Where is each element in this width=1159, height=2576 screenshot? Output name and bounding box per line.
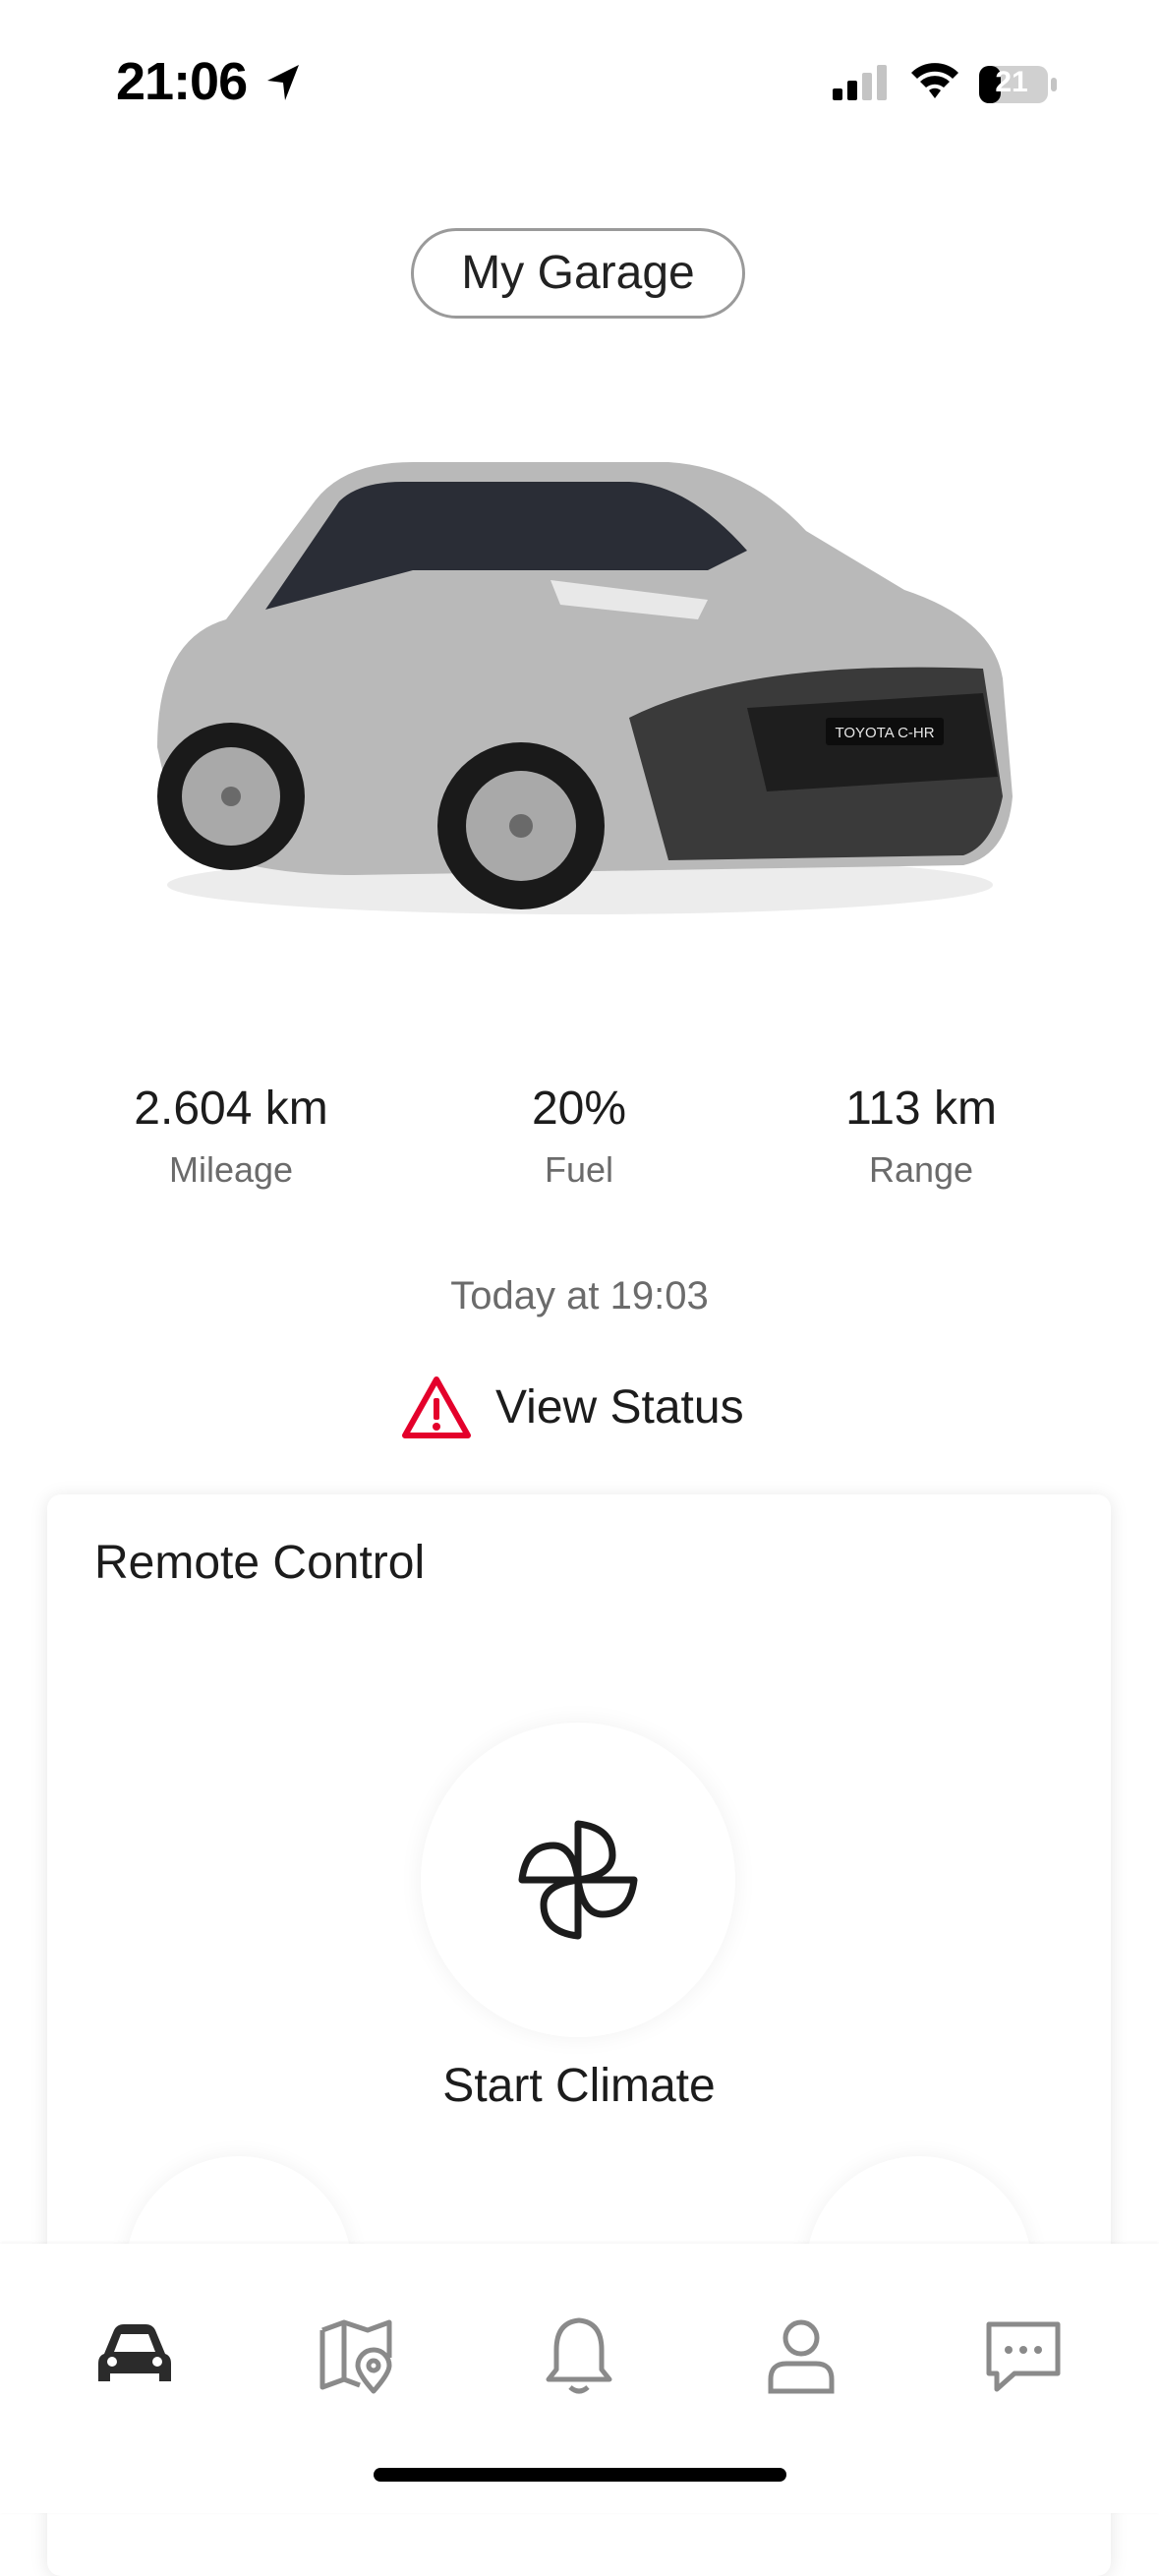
cellular-signal-icon bbox=[833, 65, 887, 100]
mileage-value: 2.604 km bbox=[134, 1083, 328, 1135]
fuel-label: Fuel bbox=[544, 1149, 614, 1190]
status-bar: 21:06 21 bbox=[0, 0, 1159, 167]
map-icon[interactable] bbox=[313, 2311, 401, 2399]
last-updated: Today at 19:03 bbox=[450, 1274, 709, 1317]
range-label: Range bbox=[868, 1149, 974, 1190]
battery-level: 21 bbox=[995, 66, 1028, 98]
stat-range: 113 km Range bbox=[744, 1082, 1098, 1191]
home-indicator[interactable] bbox=[374, 2468, 786, 2482]
stat-fuel: 20% Fuel bbox=[402, 1082, 756, 1191]
location-arrow-icon bbox=[267, 65, 299, 100]
person-icon[interactable] bbox=[757, 2311, 845, 2399]
status-time: 21:06 bbox=[116, 52, 248, 111]
mileage-label: Mileage bbox=[168, 1149, 294, 1190]
fan-icon bbox=[518, 1820, 638, 1940]
chat-icon[interactable] bbox=[979, 2311, 1068, 2399]
wifi-icon bbox=[911, 63, 958, 98]
bell-icon[interactable] bbox=[535, 2311, 623, 2399]
view-status-label: View Status bbox=[495, 1381, 744, 1434]
vehicle-image: TOYOTA C-HR bbox=[157, 462, 1013, 914]
start-climate-label: Start Climate bbox=[442, 2060, 716, 2112]
remote-control-title: Remote Control bbox=[94, 1537, 426, 1589]
car-icon[interactable] bbox=[90, 2311, 179, 2399]
range-value: 113 km bbox=[845, 1083, 997, 1135]
vehicle-stats: 2.604 km Mileage 20% Fuel 113 km Range bbox=[0, 1082, 1159, 1219]
start-climate-button[interactable] bbox=[421, 1723, 735, 2037]
warning-icon bbox=[402, 1376, 471, 1438]
my-garage-button[interactable]: My Garage bbox=[411, 228, 745, 319]
fuel-value: 20% bbox=[531, 1083, 627, 1135]
stat-mileage: 2.604 km Mileage bbox=[54, 1082, 408, 1191]
vehicle-badge: TOYOTA C-HR bbox=[835, 725, 934, 741]
